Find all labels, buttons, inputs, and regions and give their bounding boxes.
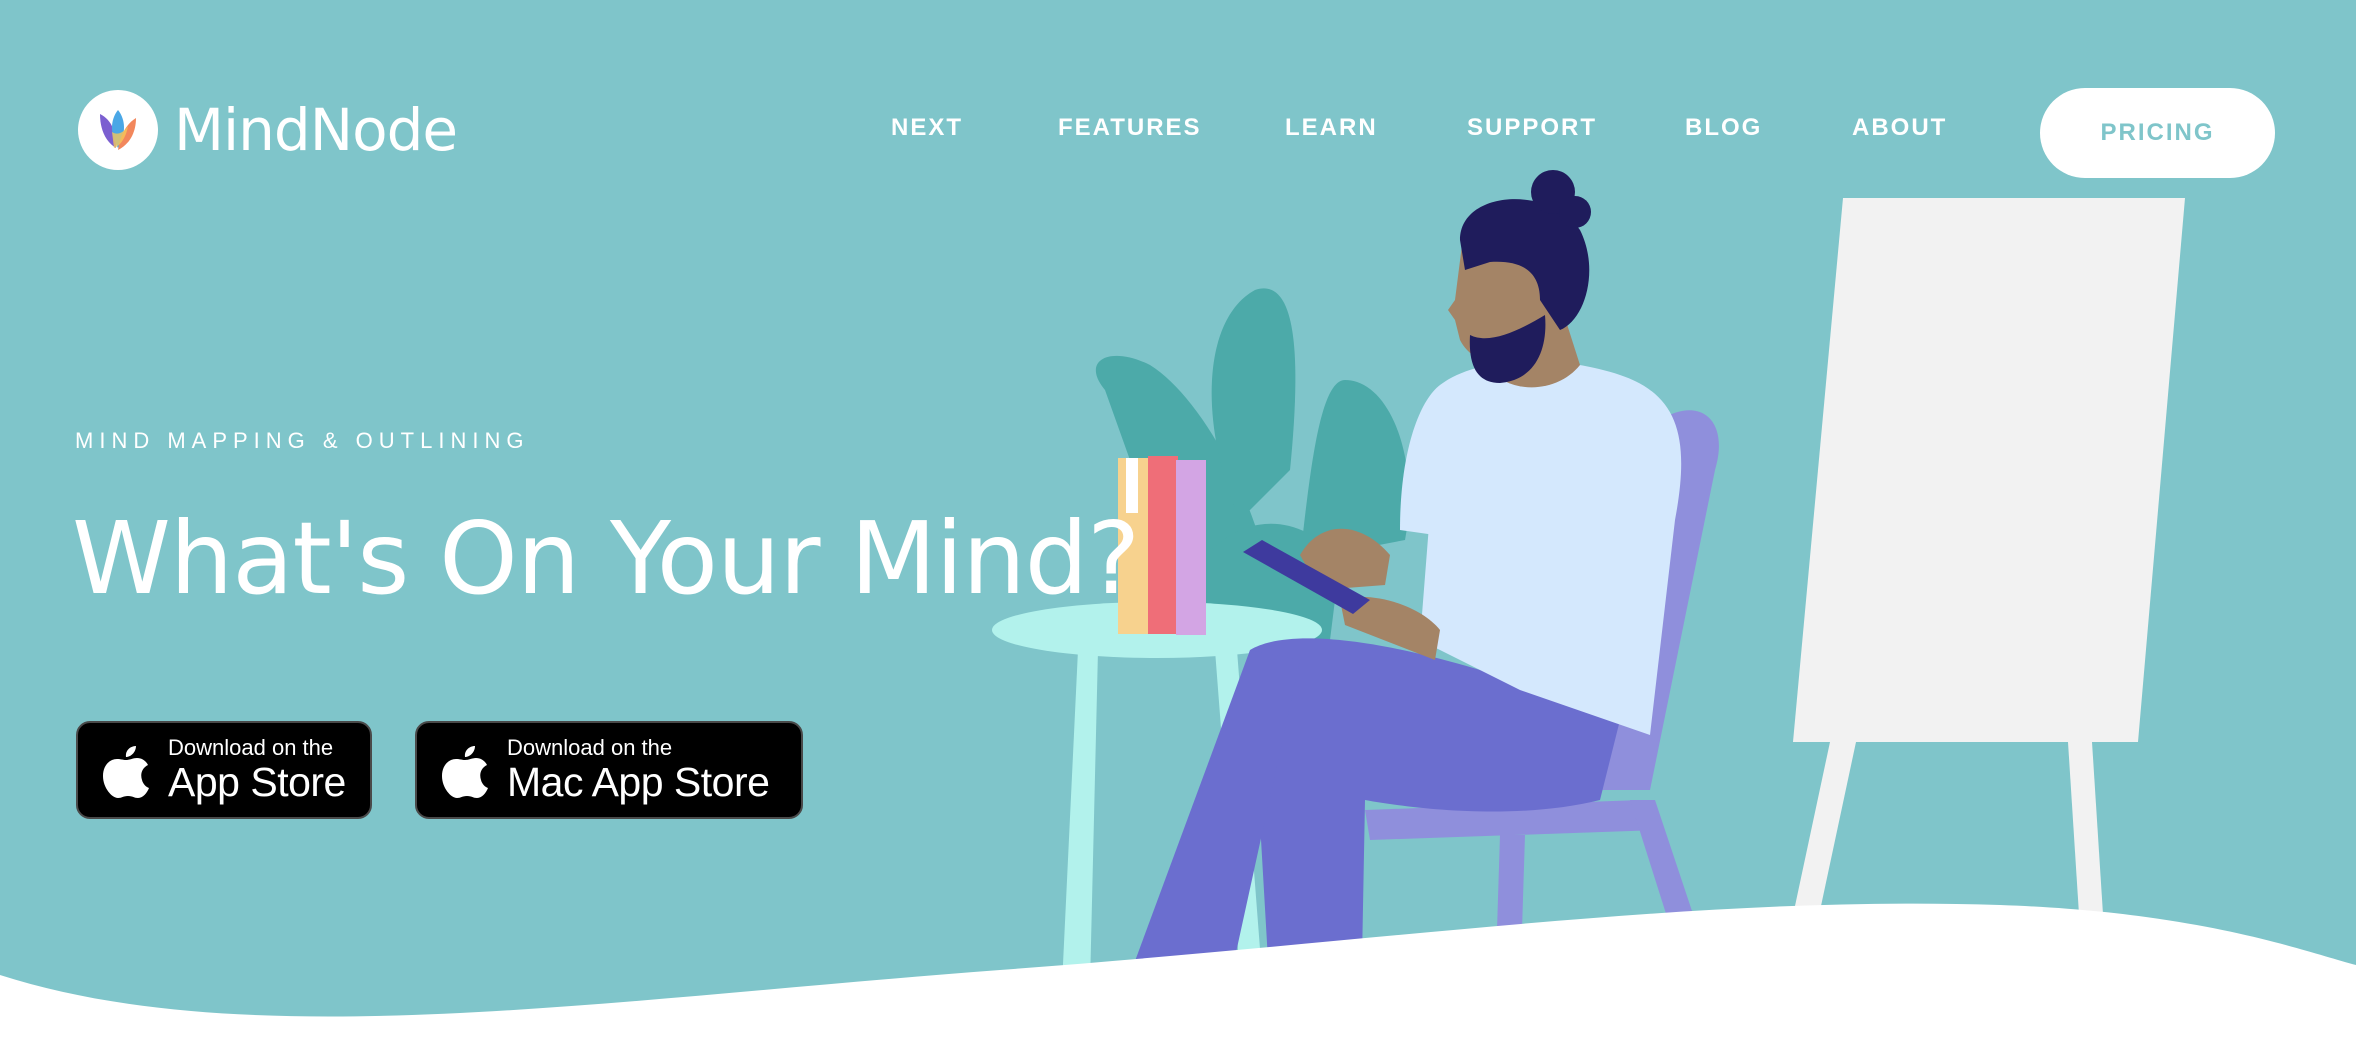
easel-illustration	[1792, 198, 2185, 930]
nav-item-support[interactable]: SUPPORT	[1467, 114, 1597, 142]
hero-headline: What's On Your Mind?	[72, 500, 1140, 617]
apple-icon	[103, 746, 149, 798]
nav-item-about[interactable]: ABOUT	[1852, 114, 1947, 142]
nav-item-next[interactable]: NEXT	[891, 114, 963, 142]
app-store-big-label: App Store	[168, 759, 346, 805]
pricing-button[interactable]: PRICING	[2040, 88, 2275, 178]
nav-item-learn[interactable]: LEARN	[1285, 114, 1378, 142]
nav-item-blog[interactable]: BLOG	[1685, 114, 1762, 142]
mac-app-store-button[interactable]: Download on the Mac App Store	[415, 721, 803, 819]
mac-app-store-small-label: Download on the	[507, 735, 673, 760]
mac-app-store-big-label: Mac App Store	[507, 759, 770, 805]
app-store-button[interactable]: Download on the App Store	[76, 721, 372, 819]
hero-eyebrow: MIND MAPPING & OUTLINING	[75, 428, 530, 453]
main-nav: NEXT FEATURES LEARN SUPPORT BLOG ABOUT	[0, 114, 2356, 154]
page: MindNode NEXT FEATURES LEARN SUPPORT BLO…	[0, 0, 2356, 1038]
apple-icon	[442, 746, 488, 798]
nav-item-features[interactable]: FEATURES	[1058, 114, 1202, 142]
app-store-small-label: Download on the	[168, 735, 334, 760]
